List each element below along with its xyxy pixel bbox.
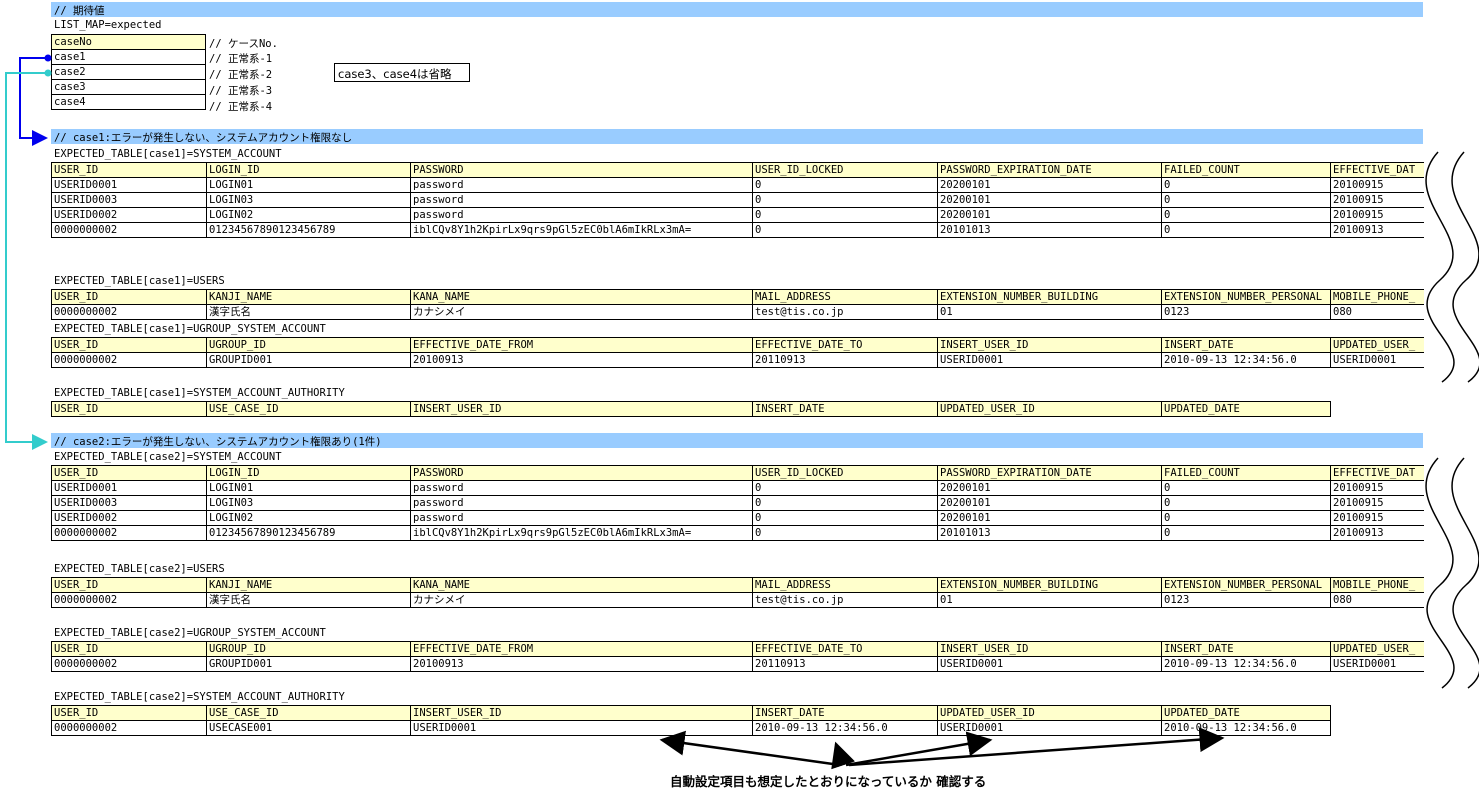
table-break-mark <box>1425 151 1479 383</box>
case2-connector-arrow <box>5 69 52 450</box>
callout-arrows <box>659 727 1225 770</box>
table-break-mark <box>1425 457 1479 689</box>
callout-caption: 自動設定項目も想定したとおりになっているか 確認する <box>670 774 987 789</box>
annotation-overlay <box>5 54 1479 770</box>
case1-connector-arrow <box>19 54 52 146</box>
